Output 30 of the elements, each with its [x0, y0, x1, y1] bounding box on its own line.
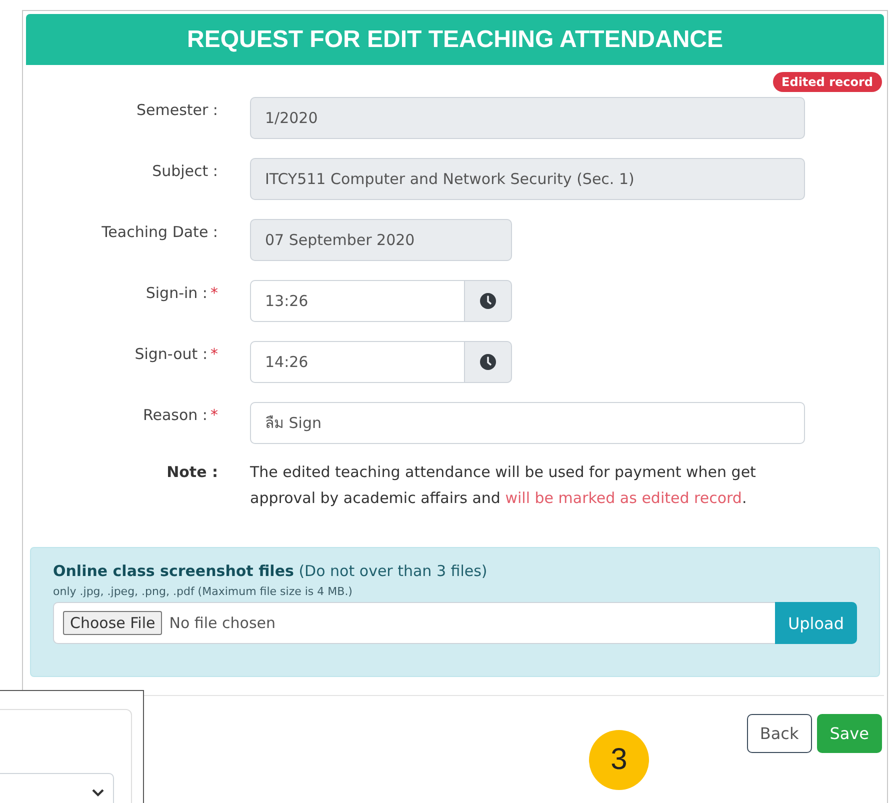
upload-title: Online class screenshot files (Do not over than 3 files) — [53, 562, 488, 580]
field-label: Subject : — [151, 161, 218, 182]
chevron-icon — [91, 788, 105, 798]
note-label: Note : — [166, 463, 218, 483]
required-mark: * — [210, 284, 218, 302]
field-label: Semester : — [135, 100, 218, 121]
field-label: Sign-in : * — [144, 283, 218, 304]
clock-icon — [480, 293, 496, 309]
field-label: Teaching Date : — [100, 222, 218, 243]
readonly-field: 1/2020 — [250, 97, 805, 139]
note-text: The edited teaching attendance will be used for payment when get approval by academic affairs and will be marked as edited record. — [250, 462, 757, 509]
readonly-field: ITCY511 Computer and Network Security (Sec. 1) — [250, 158, 805, 200]
clock-button[interactable] — [465, 280, 512, 322]
clock-icon — [480, 354, 496, 370]
time-field[interactable]: 14:26 — [250, 341, 465, 383]
required-mark: * — [210, 345, 218, 363]
required-mark: * — [210, 406, 218, 424]
time-field[interactable]: 13:26 — [250, 280, 465, 322]
reason-field[interactable]: ลืม Sign — [250, 402, 805, 444]
file-status: No file chosen — [169, 614, 276, 632]
field-label: Reason : * — [142, 405, 218, 426]
readonly-field: 07 September 2020 — [250, 219, 512, 261]
upload-hint: only .jpg, .jpeg, .png, .pdf (Maximum file size is 4 MB.) — [53, 585, 354, 598]
clock-button[interactable] — [465, 341, 512, 383]
field-label: Sign-out : * — [134, 344, 218, 365]
step-badge: 3 — [589, 730, 649, 790]
back-button[interactable]: Back — [746, 714, 812, 753]
choose-file-button[interactable]: Choose File — [63, 611, 162, 635]
status-badge: Edited record — [772, 72, 882, 92]
form-header: REQUEST FOR EDIT TEACHING ATTENDANCE — [26, 14, 884, 65]
